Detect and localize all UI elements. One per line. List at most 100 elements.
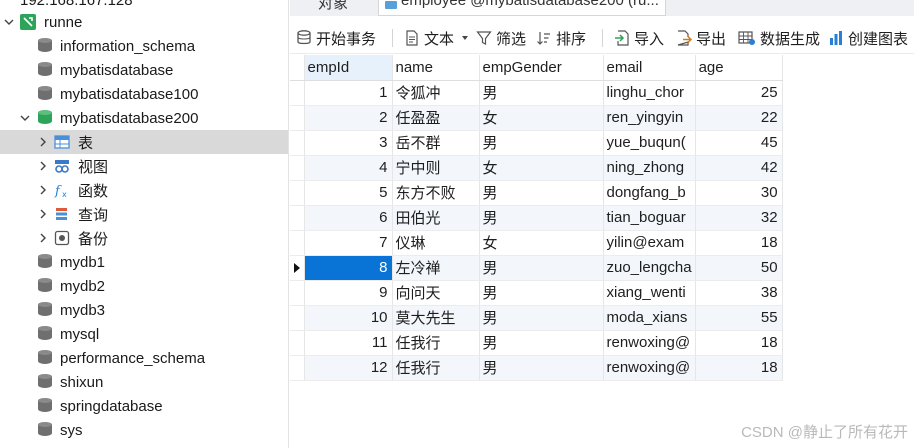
table-row[interactable]: 2 任盈盈女 ren_yingyin 22	[290, 105, 783, 131]
cell-name[interactable]: 向问天	[392, 280, 480, 306]
cell-email[interactable]: renwoxing@	[603, 330, 696, 356]
cell-age[interactable]: 32	[695, 205, 783, 231]
cell-name[interactable]: 仪琳	[392, 230, 480, 256]
cell-email[interactable]: yilin@exam	[603, 230, 696, 256]
row-indicator[interactable]	[290, 230, 305, 256]
row-indicator[interactable]	[290, 205, 305, 231]
filter-button[interactable]: 筛选	[476, 26, 526, 50]
table-row[interactable]: 11 任我行男 renwoxing@ 18	[290, 330, 783, 356]
database-item[interactable]: mydb2	[0, 274, 288, 298]
database-item[interactable]: mydb1	[0, 250, 288, 274]
cell-age[interactable]: 22	[695, 105, 783, 131]
database-item[interactable]: performance_schema	[0, 346, 288, 370]
table-row[interactable]: 12 任我行男 renwoxing@ 18	[290, 355, 783, 381]
cell-age[interactable]: 42	[695, 155, 783, 181]
cell-email[interactable]: renwoxing@	[603, 355, 696, 381]
database-item[interactable]: springdatabase	[0, 394, 288, 418]
column-header[interactable]: empGender	[479, 55, 604, 81]
database-item[interactable]: information_schema	[0, 34, 288, 58]
cell-email[interactable]: ren_yingyin	[603, 105, 696, 131]
cell-email[interactable]: moda_xians	[603, 305, 696, 331]
cell-empgender[interactable]: 男	[479, 330, 604, 356]
table-row[interactable]: 10 莫大先生男 moda_xians 55	[290, 305, 783, 331]
cell-empid[interactable]: 9	[304, 280, 393, 306]
cell-empid[interactable]: 12	[304, 355, 393, 381]
cell-age[interactable]: 30	[695, 180, 783, 206]
create-chart-button[interactable]: 创建图表	[828, 26, 908, 50]
cell-empgender[interactable]: 女	[479, 105, 604, 131]
cell-empgender[interactable]: 男	[479, 80, 604, 106]
cell-email[interactable]: yue_buqun(	[603, 130, 696, 156]
row-indicator[interactable]	[290, 330, 305, 356]
text-view-button[interactable]: 文本	[404, 26, 474, 50]
database-item[interactable]: mydb3	[0, 298, 288, 322]
import-button[interactable]: 导入	[614, 26, 664, 50]
cell-empgender[interactable]: 女	[479, 155, 604, 181]
row-indicator[interactable]	[290, 105, 305, 131]
table-row[interactable]: 5 东方不败男 dongfang_b 30	[290, 180, 783, 206]
cell-age[interactable]: 18	[695, 355, 783, 381]
cell-name[interactable]: 任我行	[392, 355, 480, 381]
cell-name[interactable]: 左冷禅	[392, 255, 480, 281]
cell-email[interactable]: xiang_wenti	[603, 280, 696, 306]
cell-empgender[interactable]: 男	[479, 280, 604, 306]
cell-empid[interactable]: 5	[304, 180, 393, 206]
cell-name[interactable]: 宁中则	[392, 155, 480, 181]
database-item[interactable]: sys	[0, 418, 288, 442]
cell-empid[interactable]: 8	[304, 255, 393, 281]
row-indicator[interactable]	[290, 355, 305, 381]
cell-name[interactable]: 任盈盈	[392, 105, 480, 131]
row-indicator[interactable]	[290, 180, 305, 206]
cell-empid[interactable]: 2	[304, 105, 393, 131]
db-child-item[interactable]: 备份	[0, 226, 288, 250]
cell-name[interactable]: 令狐冲	[392, 80, 480, 106]
row-indicator[interactable]	[290, 305, 305, 331]
table-row[interactable]: 1 令狐冲男 linghu_chor 25	[290, 80, 783, 106]
cell-empgender[interactable]: 男	[479, 305, 604, 331]
chevron-down-icon[interactable]	[4, 17, 14, 27]
cell-age[interactable]: 55	[695, 305, 783, 331]
column-header[interactable]: name	[392, 55, 480, 81]
chevron-right-icon[interactable]	[38, 137, 48, 147]
cell-email[interactable]: linghu_chor	[603, 80, 696, 106]
cell-empgender[interactable]: 男	[479, 255, 604, 281]
database-item-open[interactable]: mybatisdatabase200	[0, 106, 288, 130]
connection-row[interactable]: runne	[0, 10, 288, 34]
row-indicator[interactable]	[290, 255, 305, 281]
sort-button[interactable]: 排序	[536, 26, 586, 50]
database-item[interactable]: mysql	[0, 322, 288, 346]
db-child-item[interactable]: 视图	[0, 154, 288, 178]
cell-name[interactable]: 莫大先生	[392, 305, 480, 331]
cell-empid[interactable]: 7	[304, 230, 393, 256]
begin-transaction-button[interactable]: 开始事务	[296, 26, 376, 50]
cell-name[interactable]: 东方不败	[392, 180, 480, 206]
table-row[interactable]: 9 向问天男 xiang_wenti 38	[290, 280, 783, 306]
tab-employee-table[interactable]: employee @mybatisdatabase200 (ru...	[378, 0, 666, 16]
cell-empgender[interactable]: 女	[479, 230, 604, 256]
cell-empid[interactable]: 6	[304, 205, 393, 231]
row-indicator[interactable]	[290, 80, 305, 106]
db-child-item[interactable]: 查询	[0, 202, 288, 226]
cell-email[interactable]: tian_boguar	[603, 205, 696, 231]
cell-age[interactable]: 45	[695, 130, 783, 156]
cell-email[interactable]: zuo_lengcha	[603, 255, 696, 281]
cell-empid[interactable]: 11	[304, 330, 393, 356]
cell-email[interactable]: ning_zhong	[603, 155, 696, 181]
chevron-right-icon[interactable]	[38, 185, 48, 195]
cell-age[interactable]: 18	[695, 330, 783, 356]
cell-empgender[interactable]: 男	[479, 355, 604, 381]
data-generation-button[interactable]: 数据生成	[738, 26, 820, 50]
column-header[interactable]: age	[695, 55, 783, 81]
cell-name[interactable]: 田伯光	[392, 205, 480, 231]
cell-age[interactable]: 25	[695, 80, 783, 106]
table-row[interactable]: 6 田伯光男 tian_boguar 32	[290, 205, 783, 231]
cell-age[interactable]: 18	[695, 230, 783, 256]
cell-age[interactable]: 38	[695, 280, 783, 306]
database-item[interactable]: shixun	[0, 370, 288, 394]
table-row[interactable]: 3 岳不群男 yue_buqun(45	[290, 130, 783, 156]
db-child-item[interactable]: 表	[0, 130, 288, 154]
database-item[interactable]: mybatisdatabase	[0, 58, 288, 82]
row-indicator[interactable]	[290, 155, 305, 181]
column-header[interactable]: email	[603, 55, 696, 81]
cell-empgender[interactable]: 男	[479, 130, 604, 156]
